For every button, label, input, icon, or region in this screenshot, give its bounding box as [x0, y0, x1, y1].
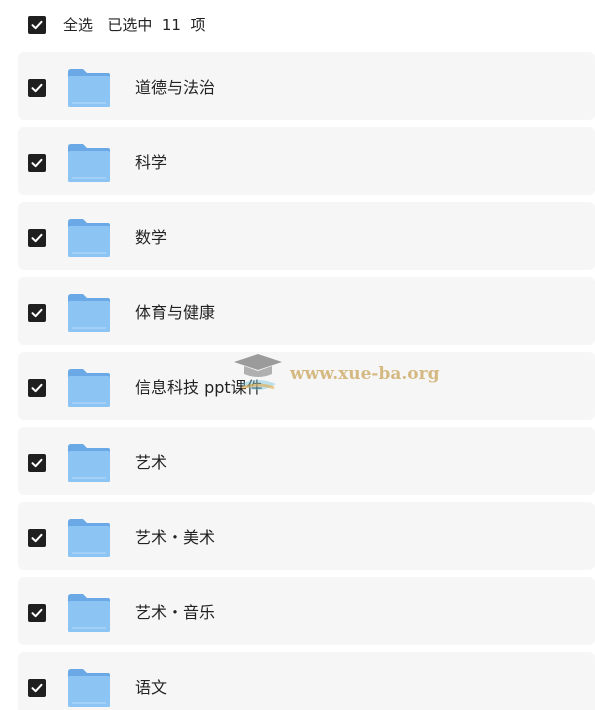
- folder-icon: [66, 216, 112, 258]
- selection-summary: 全选 已选中 11 项: [63, 15, 206, 35]
- checkmark-icon: [31, 20, 43, 30]
- checkmark-icon: [31, 533, 43, 543]
- checkmark-icon: [31, 683, 43, 693]
- folder-icon: [66, 141, 112, 183]
- folder-icon: [66, 291, 112, 333]
- list-item[interactable]: 艺术・音乐: [18, 577, 595, 645]
- folder-name: 数学: [135, 228, 168, 247]
- folder-name: 艺术・美术: [135, 528, 216, 547]
- list-item[interactable]: 数学: [18, 202, 595, 270]
- list-item[interactable]: 体育与健康: [18, 277, 595, 345]
- checkmark-icon: [31, 308, 43, 318]
- item-checkbox[interactable]: [28, 154, 46, 172]
- folder-icon: [66, 516, 112, 558]
- checkmark-icon: [31, 158, 43, 168]
- list-item[interactable]: 艺术: [18, 427, 595, 495]
- folder-name: 艺术: [135, 453, 168, 472]
- selected-prefix: 已选中: [107, 16, 153, 34]
- list-item[interactable]: 科学: [18, 127, 595, 195]
- item-checkbox[interactable]: [28, 379, 46, 397]
- item-checkbox[interactable]: [28, 304, 46, 322]
- list-item[interactable]: 信息科技 ppt课件: [18, 352, 595, 420]
- folder-name: 科学: [135, 153, 168, 172]
- select-all-checkbox[interactable]: [28, 16, 46, 34]
- selected-count: 11: [161, 16, 181, 34]
- folder-icon: [66, 666, 112, 708]
- item-checkbox[interactable]: [28, 604, 46, 622]
- folder-name: 体育与健康: [135, 303, 216, 322]
- item-checkbox[interactable]: [28, 79, 46, 97]
- folder-name: 信息科技 ppt课件: [135, 378, 263, 397]
- folder-name: 语文: [135, 678, 168, 697]
- checkmark-icon: [31, 458, 43, 468]
- item-checkbox[interactable]: [28, 679, 46, 697]
- list-item[interactable]: 道德与法治: [18, 52, 595, 120]
- select-all-label[interactable]: 全选: [63, 15, 93, 35]
- list-item[interactable]: 语文: [18, 652, 595, 710]
- item-checkbox[interactable]: [28, 529, 46, 547]
- folder-icon: [66, 66, 112, 108]
- folder-icon: [66, 366, 112, 408]
- folder-name: 艺术・音乐: [135, 603, 216, 622]
- list-item[interactable]: 艺术・美术: [18, 502, 595, 570]
- checkmark-icon: [31, 608, 43, 618]
- folder-icon: [66, 591, 112, 633]
- item-checkbox[interactable]: [28, 229, 46, 247]
- folder-icon: [66, 441, 112, 483]
- checkmark-icon: [31, 83, 43, 93]
- checkmark-icon: [31, 233, 43, 243]
- checkmark-icon: [31, 383, 43, 393]
- selected-suffix: 项: [190, 16, 206, 34]
- folder-name: 道德与法治: [135, 78, 216, 97]
- item-checkbox[interactable]: [28, 454, 46, 472]
- selection-header: 全选 已选中 11 项: [0, 0, 595, 50]
